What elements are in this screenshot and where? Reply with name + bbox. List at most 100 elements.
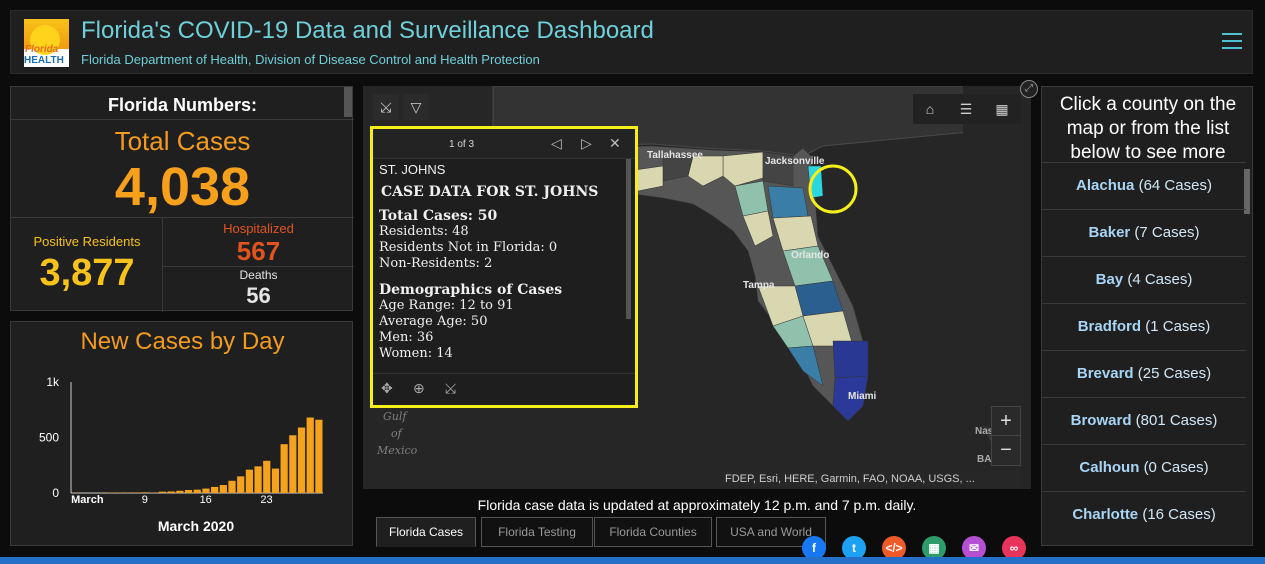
update-note: Florida case data is updated at approxim… [477,497,917,513]
county-name: Bradford [1077,318,1142,335]
chart-bar[interactable] [167,491,175,493]
app-title: Florida's COVID-19 Data and Surveillance… [81,17,654,44]
qr-icon[interactable]: ▦ [989,96,1015,122]
bottom-accent-bar [0,557,1265,564]
chart-bar[interactable] [219,485,227,493]
popup-content: ST. JOHNS CASE DATA FOR ST. JOHNS Total … [379,162,629,367]
map-label-jacksonville: Jacksonville [765,156,825,167]
chart-bar[interactable] [271,468,280,493]
county-list-item[interactable]: Charlotte (16 Cases) [1042,491,1246,538]
county-name: Bay [1095,271,1124,288]
hospitalized-box: Hospitalized 567 [163,217,354,267]
zoom-out-button[interactable]: − [992,436,1020,465]
chart-bar[interactable] [237,476,245,493]
chart-y-tick-label: 0 [52,486,59,500]
popup-scrollbar[interactable] [626,159,631,319]
popup-header: 1 of 3 ◁ ▷ ✕ [373,129,635,159]
popup-prev-icon[interactable]: ◁ [551,135,562,152]
popup-women: Women: 14 [379,346,453,361]
pan-to-icon[interactable]: ⤩ [445,380,456,397]
popup-close-icon[interactable]: ✕ [609,135,621,152]
chart-bar[interactable] [280,444,288,493]
county-popup: 1 of 3 ◁ ▷ ✕ ST. JOHNS CASE DATA FOR ST.… [370,126,638,408]
map-label-bahamas: BA [977,454,992,465]
popup-county-name: ST. JOHNS [379,162,446,177]
popup-footer: ✥ ⊕ ⤩ [373,373,635,405]
county-list-item[interactable]: Baker (7 Cases) [1042,209,1246,256]
deaths-label: Deaths [239,268,278,282]
map-navigation: ⌂ ☰ ▦ [913,94,1021,124]
zoom-in-button[interactable]: + [992,407,1020,436]
county-list-item[interactable]: Calhoun (0 Cases) [1042,444,1246,491]
florida-numbers-panel: Florida Numbers: Total Cases 4,038 Posit… [10,86,354,312]
logo-line1: Florida [25,44,59,55]
numbers-scrollbar[interactable] [344,87,352,117]
chart-bar[interactable] [245,469,253,493]
app-subtitle: Florida Department of Health, Division o… [81,52,540,67]
home-icon[interactable]: ⌂ [917,96,943,122]
chart-title: New Cases by Day [80,328,285,355]
county-list-item[interactable]: Brevard (25 Cases) [1042,350,1246,397]
chart-bar[interactable] [254,466,262,493]
county-name: Charlotte [1072,506,1139,523]
chart-bar[interactable] [297,427,306,493]
chart-y-tick-label: 1k [46,375,60,389]
chart-bar[interactable] [263,460,271,493]
chart-y-tick-label: 500 [39,431,59,445]
new-cases-bar-chart[interactable]: 0 500 1k March 9 16 23 [11,362,354,517]
list-icon[interactable]: ☰ [953,96,979,122]
pan-icon[interactable]: ⤩ [373,94,399,120]
chart-bar[interactable] [158,491,167,493]
dashboard-page: Florida HEALTH Florida's COVID-19 Data a… [0,0,1265,564]
positive-residents-label: Positive Residents [33,234,141,249]
chart-bar[interactable] [141,492,149,493]
popup-residents: Residents: 48 [379,224,469,239]
deaths-value: 56 [246,283,271,308]
popup-next-icon[interactable]: ▷ [581,135,592,152]
chart-bar[interactable] [184,490,193,493]
move-icon[interactable]: ✥ [381,380,393,397]
map-label-tampa: Tampa [743,280,775,291]
tab-florida-cases[interactable]: Florida Cases [376,517,476,547]
hamburger-menu-icon[interactable] [1222,33,1242,51]
water-label-gulf: Gulf [383,410,407,423]
tab-florida-counties[interactable]: Florida Counties [594,517,712,547]
total-cases-value: 4,038 [114,157,251,217]
chart-bar[interactable] [315,419,323,493]
total-cases-box: Total Cases 4,038 [11,119,354,217]
tab-florida-testing[interactable]: Florida Testing [481,517,593,547]
new-cases-chart-panel: New Cases by Day 0 500 1k March 9 16 23 March … [10,321,353,546]
chart-x-tick-label: 23 [260,494,272,506]
map-label-tallahassee: Tallahassee [647,150,703,161]
chart-bar[interactable] [193,489,201,493]
county-case-count: (7 Cases) [1134,224,1200,241]
popup-residents-not-fl: Residents Not in Florida: 0 [379,240,558,255]
chart-bar[interactable] [202,488,210,493]
zoom-to-icon[interactable]: ⊕ [413,380,425,397]
county-name: Broward [1070,412,1132,429]
county-list-item[interactable]: Bradford (1 Cases) [1042,303,1246,350]
dropdown-icon[interactable]: ▽ [403,94,429,120]
positive-residents-value: 3,877 [39,252,135,294]
chart-bar[interactable] [306,417,314,493]
county-list-item[interactable]: Bay (4 Cases) [1042,256,1246,303]
county-case-count: (25 Cases) [1137,365,1212,382]
expand-icon[interactable]: ⤢ [1020,80,1038,98]
county-list-item[interactable]: Alachua (64 Cases) [1042,162,1246,209]
hospitalized-label: Hospitalized [223,221,294,236]
positive-residents-box: Positive Residents 3,877 [11,217,163,312]
chart-bar[interactable] [176,490,184,493]
florida-health-logo: Florida HEALTH [24,19,69,67]
chart-bar[interactable] [132,492,141,493]
chart-bar[interactable] [211,486,219,493]
chart-bar[interactable] [228,480,236,493]
popup-non-residents: Non-Residents: 2 [379,256,493,271]
county-case-count: (1 Cases) [1145,318,1211,335]
county-list-item[interactable]: Broward (801 Cases) [1042,397,1246,444]
county-case-count: (0 Cases) [1143,459,1209,476]
chart-bar[interactable] [289,435,297,493]
county-list-panel: Click a county on the map or from the li… [1041,86,1253,546]
county-name: Baker [1088,224,1131,241]
county-case-count: (801 Cases) [1135,412,1218,429]
zoom-control: + − [991,406,1021,466]
